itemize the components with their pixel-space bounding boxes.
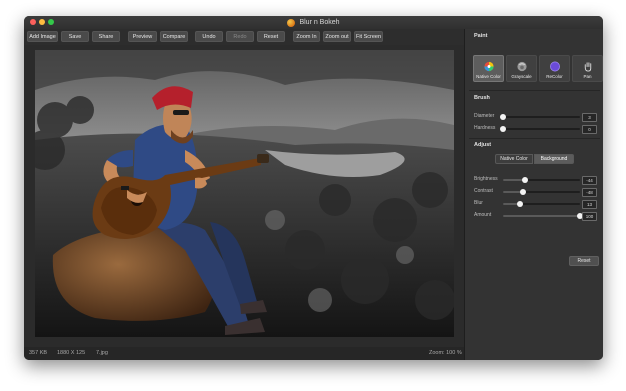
hardness-value[interactable]: 0 bbox=[582, 125, 597, 134]
window-title: Blur n Bokeh bbox=[24, 16, 603, 29]
blur-slider[interactable] bbox=[503, 201, 580, 207]
brightness-value[interactable]: -44 bbox=[582, 176, 597, 185]
window-title-text: Blur n Bokeh bbox=[299, 19, 340, 26]
adjust-reset-button[interactable]: Reset bbox=[569, 256, 599, 266]
amount-slider-row[interactable]: Amount 100 bbox=[474, 212, 600, 221]
save-button[interactable]: Save bbox=[61, 31, 89, 42]
pan-label: Pan bbox=[583, 74, 592, 79]
blur-label: Blur bbox=[474, 200, 483, 206]
share-button[interactable]: Share bbox=[92, 31, 120, 42]
contrast-slider[interactable] bbox=[503, 189, 580, 195]
hand-icon bbox=[584, 62, 591, 72]
diameter-knob[interactable] bbox=[500, 114, 506, 120]
blur-value[interactable]: 13 bbox=[582, 200, 597, 209]
contrast-value[interactable]: -48 bbox=[582, 188, 597, 197]
image-canvas[interactable] bbox=[24, 45, 464, 347]
amount-fill bbox=[503, 215, 580, 217]
brightness-slider-row[interactable]: Brightness -44 bbox=[474, 176, 600, 185]
blur-knob[interactable] bbox=[516, 201, 523, 207]
diameter-label: Diameter bbox=[474, 113, 495, 119]
brightness-label: Brightness bbox=[474, 176, 498, 182]
blur-slider-row[interactable]: Blur 13 bbox=[474, 200, 600, 209]
add-image-button[interactable]: Add Image bbox=[27, 31, 58, 42]
photo-image bbox=[35, 50, 454, 337]
color-wheel-icon bbox=[483, 61, 494, 72]
diameter-slider[interactable] bbox=[500, 114, 580, 120]
hardness-slider-row[interactable]: Hardness 0 bbox=[474, 125, 600, 134]
amount-value[interactable]: 100 bbox=[582, 212, 597, 221]
compare-button[interactable]: Compare bbox=[160, 31, 188, 42]
fit-screen-button[interactable]: Fit Screen bbox=[354, 31, 383, 42]
file-size-label: 357 KB bbox=[29, 350, 48, 356]
brightness-knob[interactable] bbox=[521, 177, 528, 183]
undo-button[interactable]: Undo bbox=[195, 31, 223, 42]
divider bbox=[469, 90, 600, 91]
paint-section-title: Paint bbox=[474, 33, 488, 39]
reset-button[interactable]: Reset bbox=[257, 31, 285, 42]
title-bar: Blur n Bokeh bbox=[24, 16, 603, 30]
zoom-out-button[interactable]: Zoom out bbox=[323, 31, 351, 42]
app-window: Blur n Bokeh Add Image Save Share Previe… bbox=[24, 16, 603, 360]
redo-button[interactable]: Redo bbox=[226, 31, 254, 42]
amount-label: Amount bbox=[474, 212, 492, 218]
diameter-slider-row[interactable]: Diameter 3 bbox=[474, 113, 600, 122]
edited-photo[interactable] bbox=[35, 50, 454, 337]
recolor-label: ReColor bbox=[546, 74, 563, 79]
hardness-slider[interactable] bbox=[500, 126, 580, 132]
preview-button[interactable]: Preview bbox=[128, 31, 157, 42]
native-color-label: Native Color bbox=[476, 74, 501, 79]
diameter-value[interactable]: 3 bbox=[582, 113, 597, 122]
zoom-in-button[interactable]: Zoom In bbox=[293, 31, 320, 42]
grayscale-ball-icon bbox=[516, 61, 527, 72]
contrast-knob[interactable] bbox=[520, 189, 527, 195]
native-color-mode-button[interactable]: Native Color bbox=[495, 154, 533, 164]
hardness-knob[interactable] bbox=[500, 126, 506, 132]
contrast-slider-row[interactable]: Contrast -48 bbox=[474, 188, 600, 197]
brush-section-title: Brush bbox=[474, 95, 490, 101]
file-name-label: 7.jpg bbox=[96, 350, 108, 356]
app-logo-icon bbox=[287, 18, 296, 27]
background-mode-button[interactable]: Background bbox=[534, 154, 574, 164]
amount-slider[interactable] bbox=[503, 213, 583, 219]
contrast-label: Contrast bbox=[474, 188, 493, 194]
grayscale-tool[interactable]: Grayscale bbox=[506, 55, 537, 82]
hardness-label: Hardness bbox=[474, 125, 496, 131]
grayscale-label: Grayscale bbox=[511, 74, 532, 79]
adjust-section-title: Adjust bbox=[474, 142, 492, 148]
image-dimensions-label: 1880 X 125 bbox=[57, 350, 86, 356]
recolor-circle-icon bbox=[549, 61, 560, 72]
status-bar: 357 KB 1880 X 125 7.jpg Zoom: 100 % bbox=[24, 347, 464, 360]
recolor-tool[interactable]: ReColor bbox=[539, 55, 570, 82]
pan-tool[interactable]: Pan bbox=[572, 55, 603, 82]
side-panel: Paint Native Color Grayscale ReColor Pan… bbox=[464, 29, 603, 360]
native-color-tool[interactable]: Native Color bbox=[473, 55, 504, 82]
zoom-level-label: Zoom: 100 % bbox=[429, 350, 462, 356]
divider bbox=[469, 138, 600, 139]
brightness-slider[interactable] bbox=[503, 177, 580, 183]
